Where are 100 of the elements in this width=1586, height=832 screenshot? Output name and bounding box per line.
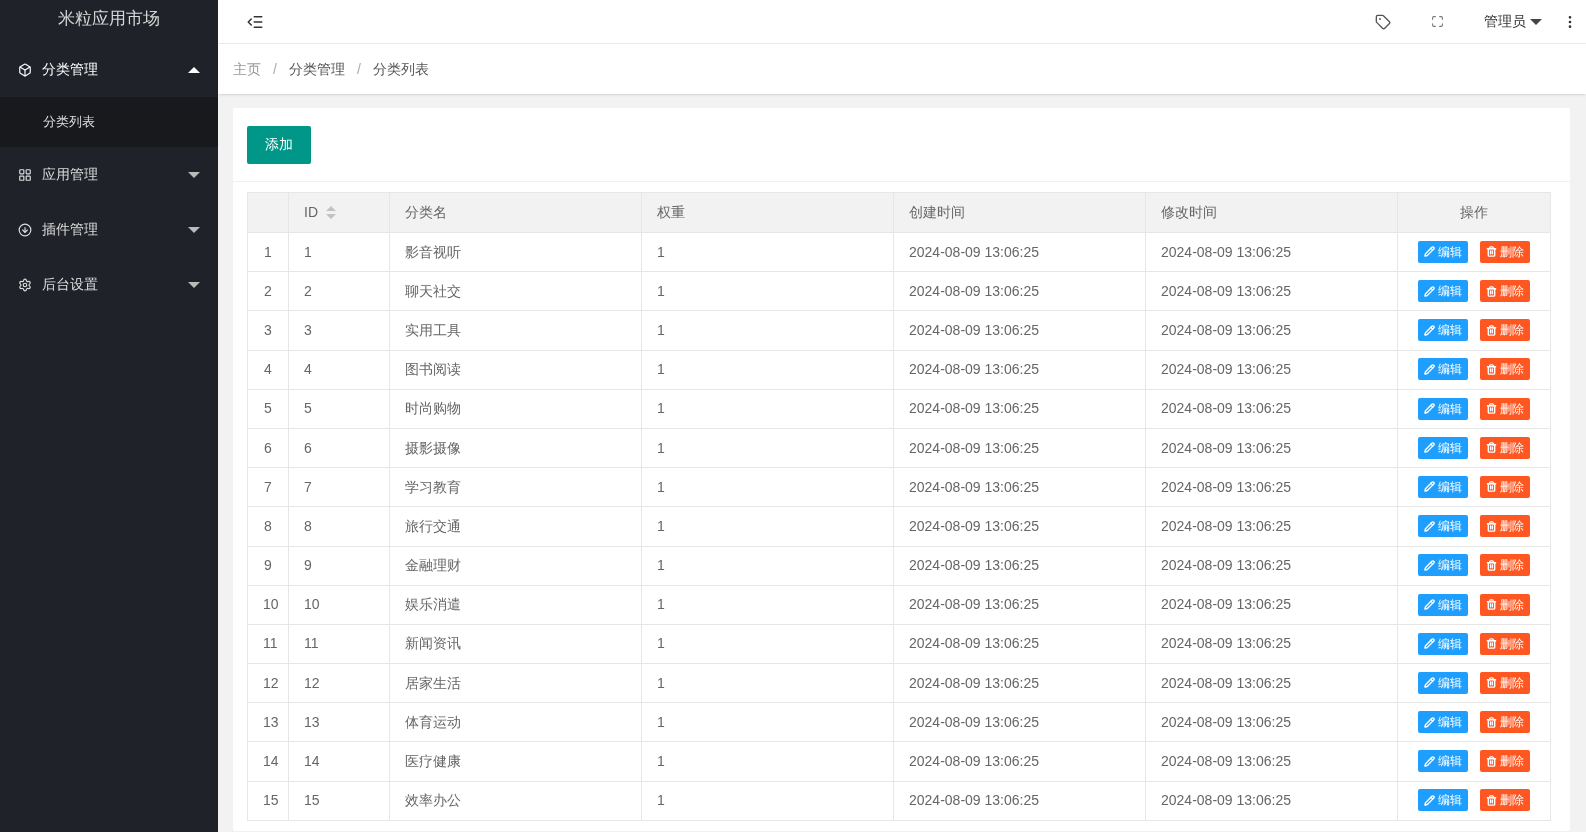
table-cell: 3 xyxy=(288,310,390,351)
column-header: 权重 xyxy=(641,192,894,233)
pencil-icon xyxy=(1424,794,1435,806)
table-cell: 4 xyxy=(288,350,390,390)
table-cell: 2024-08-09 13:06:25 xyxy=(1145,506,1398,546)
edit-button[interactable]: 编辑 xyxy=(1418,515,1468,538)
breadcrumb-current: 分类列表 xyxy=(372,59,429,79)
trash-icon xyxy=(1486,363,1497,375)
trash-icon xyxy=(1486,755,1497,767)
edit-button[interactable]: 编辑 xyxy=(1418,750,1468,773)
table-cell: 10 xyxy=(288,585,390,625)
table-cell: 时尚购物 xyxy=(389,389,642,429)
table-cell: 1 xyxy=(641,389,894,429)
delete-button[interactable]: 删除 xyxy=(1480,593,1530,616)
delete-button[interactable]: 删除 xyxy=(1480,632,1530,655)
sidebar-menu-item[interactable]: 后台设置 xyxy=(0,257,218,312)
trash-icon xyxy=(1486,677,1497,689)
edit-button[interactable]: 编辑 xyxy=(1418,397,1468,420)
edit-button[interactable]: 编辑 xyxy=(1418,240,1468,263)
table-cell: 效率办公 xyxy=(389,781,642,821)
column-header[interactable]: ID xyxy=(288,192,390,233)
column-header: 创建时间 xyxy=(893,192,1146,233)
pencil-icon xyxy=(1424,403,1435,415)
edit-button[interactable]: 编辑 xyxy=(1418,319,1468,342)
edit-button[interactable]: 编辑 xyxy=(1418,358,1468,381)
add-button[interactable]: 添加 xyxy=(247,125,311,164)
delete-button[interactable]: 删除 xyxy=(1480,436,1530,459)
delete-button[interactable]: 删除 xyxy=(1480,319,1530,342)
table-cell: 13 xyxy=(288,702,390,742)
pencil-icon xyxy=(1424,755,1435,767)
delete-button[interactable]: 删除 xyxy=(1480,789,1530,812)
table-cell: 学习教育 xyxy=(389,467,642,507)
edit-button[interactable]: 编辑 xyxy=(1418,593,1468,616)
table-cell: 2024-08-09 13:06:25 xyxy=(1145,271,1398,311)
table-cell: 2 xyxy=(288,271,390,311)
table-cell: 1 xyxy=(641,585,894,625)
table-cell: 2024-08-09 13:06:25 xyxy=(893,781,1146,821)
app-logo-text: 米粒应用市场 xyxy=(58,8,160,30)
breadcrumb-separator: / xyxy=(356,59,361,79)
pencil-icon xyxy=(1424,559,1435,571)
pencil-icon xyxy=(1424,677,1435,689)
edit-button[interactable]: 编辑 xyxy=(1418,711,1468,734)
table-cell: 1 xyxy=(641,781,894,821)
breadcrumb-link[interactable]: 主页 xyxy=(233,58,261,80)
delete-button[interactable]: 删除 xyxy=(1480,554,1530,577)
table-cell: 9 xyxy=(288,546,390,586)
table-cell: 2024-08-09 13:06:25 xyxy=(893,702,1146,742)
edit-button[interactable]: 编辑 xyxy=(1418,632,1468,655)
table-cell: 1 xyxy=(641,310,894,351)
table-cell: 新闻资讯 xyxy=(389,624,642,664)
table-cell: 5 xyxy=(288,389,390,429)
edit-button[interactable]: 编辑 xyxy=(1418,554,1468,577)
delete-button[interactable]: 删除 xyxy=(1480,515,1530,538)
sidebar-menu-item[interactable]: 插件管理 xyxy=(0,202,218,257)
sidebar-submenu-item[interactable]: 分类列表 xyxy=(0,97,218,147)
table-cell: 13 xyxy=(247,702,289,742)
pencil-icon xyxy=(1424,599,1435,611)
table-cell: 14 xyxy=(288,741,390,782)
delete-button[interactable]: 删除 xyxy=(1480,397,1530,420)
sidebar-menu-item[interactable]: 分类管理 xyxy=(0,42,218,97)
user-menu[interactable]: 管理员 xyxy=(1484,11,1542,32)
trash-icon xyxy=(1486,716,1497,728)
table-cell: 2024-08-09 13:06:25 xyxy=(893,506,1146,546)
delete-button[interactable]: 删除 xyxy=(1480,475,1530,498)
tag-icon[interactable] xyxy=(1375,13,1391,30)
delete-button[interactable]: 删除 xyxy=(1480,711,1530,734)
edit-button[interactable]: 编辑 xyxy=(1418,789,1468,812)
edit-button[interactable]: 编辑 xyxy=(1418,671,1468,694)
delete-button[interactable]: 删除 xyxy=(1480,358,1530,381)
delete-button[interactable]: 删除 xyxy=(1480,671,1530,694)
cube-icon xyxy=(18,62,32,77)
table-cell: 5 xyxy=(247,389,289,429)
table-cell: 娱乐消遣 xyxy=(389,585,642,625)
table-cell: 2024-08-09 13:06:25 xyxy=(893,663,1146,703)
delete-button[interactable]: 删除 xyxy=(1480,240,1530,263)
table-cell: 2024-08-09 13:06:25 xyxy=(1145,310,1398,351)
sidebar-menu-item[interactable]: 应用管理 xyxy=(0,147,218,202)
table-cell: 8 xyxy=(247,506,289,546)
pencil-icon xyxy=(1424,716,1435,728)
edit-button[interactable]: 编辑 xyxy=(1418,436,1468,459)
table-cell: 7 xyxy=(247,467,289,507)
fullscreen-icon[interactable] xyxy=(1431,15,1444,28)
table-cell: 1 xyxy=(641,624,894,664)
edit-button[interactable]: 编辑 xyxy=(1418,475,1468,498)
delete-button[interactable]: 删除 xyxy=(1480,750,1530,773)
edit-button[interactable]: 编辑 xyxy=(1418,280,1468,303)
pencil-icon xyxy=(1424,363,1435,375)
table-cell: 15 xyxy=(247,781,289,821)
download-icon xyxy=(18,222,32,237)
breadcrumb-link[interactable]: 分类管理 xyxy=(288,58,345,80)
table-cell: 摄影摄像 xyxy=(389,428,642,468)
table-cell: 2024-08-09 13:06:25 xyxy=(1145,585,1398,625)
table-cell: 居家生活 xyxy=(389,663,642,703)
table-cell: 3 xyxy=(247,310,289,351)
table-cell: 7 xyxy=(288,467,390,507)
table-cell: 4 xyxy=(247,350,289,390)
delete-button[interactable]: 删除 xyxy=(1480,280,1530,303)
table-cell: 2024-08-09 13:06:25 xyxy=(1145,428,1398,468)
table-cell: 2024-08-09 13:06:25 xyxy=(1145,232,1398,272)
trash-icon xyxy=(1486,481,1497,493)
